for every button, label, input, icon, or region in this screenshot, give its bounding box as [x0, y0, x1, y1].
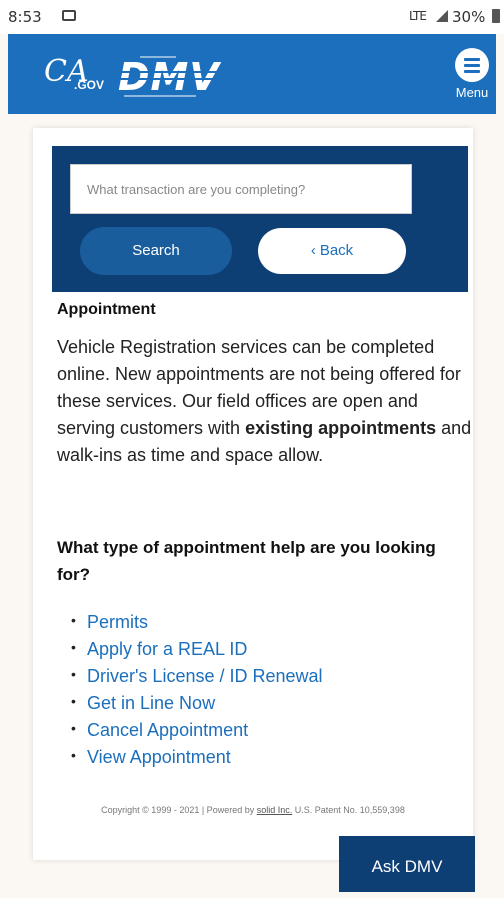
svg-text:DMV: DMV [118, 55, 221, 99]
transaction-search-input[interactable] [70, 164, 412, 214]
gallery-notification-icon [62, 10, 76, 21]
powered-by-link[interactable]: solid Inc. [257, 805, 293, 815]
link-view-appointment[interactable]: View Appointment [71, 747, 323, 774]
appointment-links: Permits Apply for a REAL ID Driver's Lic… [71, 612, 323, 774]
search-button[interactable]: Search [80, 227, 232, 275]
back-button[interactable]: ‹ Back [258, 228, 406, 274]
intro-paragraph: Vehicle Registration services can be com… [57, 337, 472, 465]
transaction-search-panel: Search ‹Back [52, 146, 468, 292]
chevron-left-icon: ‹ [310, 242, 316, 259]
link-permits[interactable]: Permits [71, 612, 323, 639]
menu-label: Menu [455, 85, 489, 100]
battery-percent: 30% [452, 8, 486, 26]
status-bar: 8:53 LTE 30% [0, 0, 504, 34]
network-type: LTE [409, 9, 427, 23]
ask-dmv-button[interactable]: Ask DMV [339, 836, 475, 892]
link-apply-real-id[interactable]: Apply for a REAL ID [71, 639, 323, 666]
content-card: Search ‹Back Appointment Vehicle Registr… [33, 128, 473, 860]
appointment-question: What type of appointment help are you lo… [57, 538, 436, 584]
status-time: 8:53 [8, 8, 42, 26]
menu-icon [455, 48, 489, 82]
copyright-text: Copyright © 1999 - 2021 | Powered by sol… [101, 805, 405, 815]
dmv-logo[interactable]: DMV [112, 52, 234, 102]
site-header: CA .GOV DMV Menu [8, 34, 496, 114]
link-get-in-line[interactable]: Get in Line Now [71, 693, 323, 720]
signal-icon [436, 10, 448, 22]
back-label: Back [319, 242, 354, 259]
menu-button[interactable]: Menu [448, 48, 496, 106]
page-title: Appointment [57, 301, 156, 318]
link-license-renewal[interactable]: Driver's License / ID Renewal [71, 666, 323, 693]
link-cancel-appointment[interactable]: Cancel Appointment [71, 720, 323, 747]
ca-gov-logo[interactable]: CA .GOV [44, 54, 104, 92]
battery-icon [492, 9, 500, 23]
